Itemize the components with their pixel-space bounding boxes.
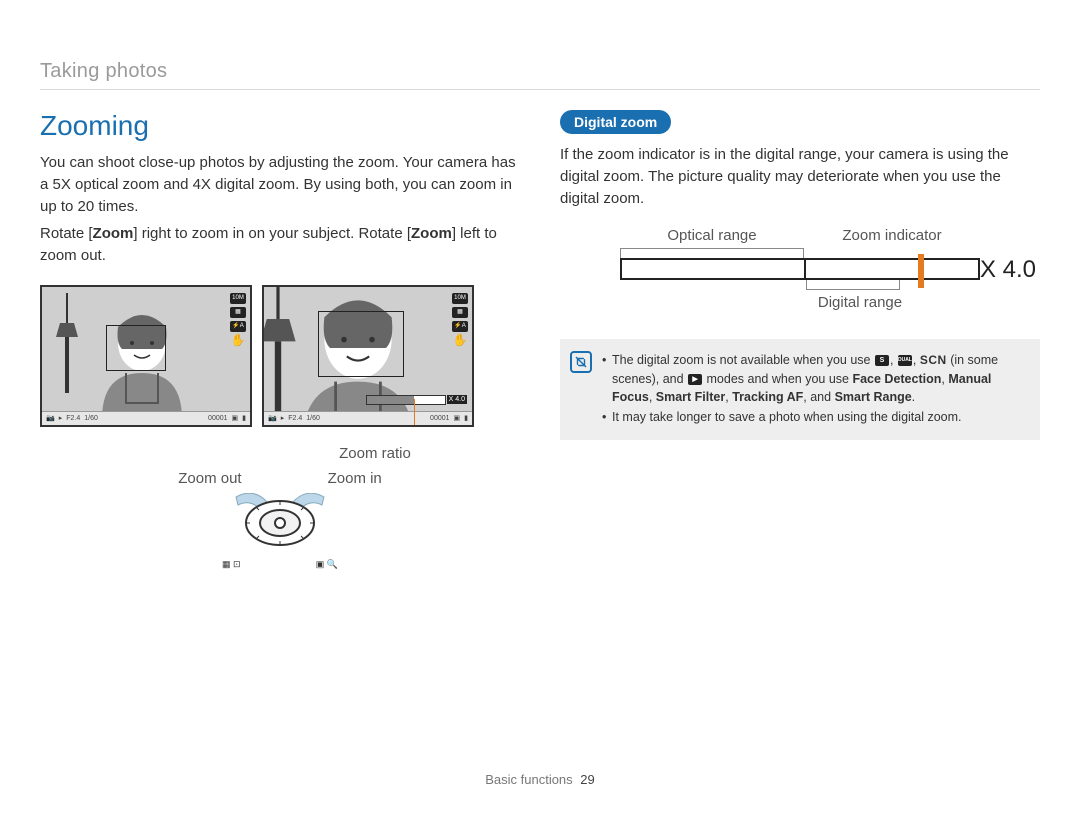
- info-bar: 📷 ▸ F2.4 1/60 00001 ▣ ▮: [42, 411, 250, 425]
- range-bar: X 4.0: [620, 258, 980, 280]
- zoom-value: X 4.0: [980, 256, 1036, 284]
- section-title: Zooming: [40, 110, 520, 142]
- camera-icon: 📷: [46, 414, 55, 422]
- optical-segment: [622, 260, 806, 278]
- mode-movie-icon: ▶: [688, 374, 702, 385]
- zoom-range-diagram: Optical range Zoom indicator X 4.0 Digit…: [620, 227, 980, 311]
- tele-icon: ▣ 🔍: [316, 559, 338, 570]
- breadcrumb: Taking photos: [40, 60, 1040, 90]
- aperture-value: F2.4: [288, 415, 302, 422]
- flash-icon: ⚡A: [452, 321, 468, 332]
- mode-scn-label: SCN: [920, 352, 947, 369]
- zoom-bar-fill: [367, 396, 414, 404]
- zoom-dial-illustration: ▦ ⊡ ▣ 🔍: [220, 493, 340, 570]
- feature: Face Detection: [852, 372, 941, 386]
- zoom-illustration-labels: Zoom ratio Zoom out Zoom in: [40, 445, 520, 570]
- digital-zoom-pill: Digital zoom: [560, 110, 671, 134]
- note-item-2: It may take longer to save a photo when …: [602, 408, 1026, 426]
- mode-dual-icon: DUAL: [898, 355, 912, 366]
- shutter-value: 1/60: [306, 415, 320, 422]
- intro-paragraph: You can shoot close-up photos by adjusti…: [40, 152, 520, 217]
- frame-count: 00001: [430, 415, 449, 422]
- battery-icon: ▮: [464, 414, 468, 422]
- status-icons: 10M ▦ ⚡A ✋: [230, 293, 246, 346]
- instruction-paragraph: Rotate [Zoom] right to zoom in on your s…: [40, 223, 520, 267]
- page-number: 29: [580, 772, 594, 787]
- callout-line: [414, 399, 415, 427]
- page-footer: Basic functions 29: [0, 772, 1080, 787]
- digital-zoom-paragraph: If the zoom indicator is in the digital …: [560, 144, 1040, 209]
- camera-screens: 10M ▦ ⚡A ✋ 📷 ▸ F2.4 1/60 00001 ▣ ▮: [40, 285, 520, 427]
- feature: Smart Filter: [656, 390, 725, 404]
- shutter-value: 1/60: [84, 415, 98, 422]
- note-item-1: The digital zoom is not available when y…: [602, 351, 1026, 406]
- digital-range-label: Digital range: [740, 294, 980, 311]
- text: .: [912, 390, 915, 404]
- battery-icon: ▮: [242, 414, 246, 422]
- focus-box: [106, 325, 166, 371]
- stabilizer-icon: ✋: [230, 335, 246, 346]
- zoom-keyword: Zoom: [411, 225, 452, 242]
- sd-icon: ▣: [454, 414, 461, 422]
- camera-screen-wide: 10M ▦ ⚡A ✋ 📷 ▸ F2.4 1/60 00001 ▣ ▮: [40, 285, 252, 427]
- flash-icon: ⚡A: [230, 321, 246, 332]
- mode-smart-icon: S: [875, 355, 889, 366]
- aperture-value: F2.4: [66, 415, 80, 422]
- zoom-ratio-label: Zoom ratio: [230, 445, 520, 462]
- status-icons: 10M ▦ ⚡A ✋: [452, 293, 468, 346]
- note-box: The digital zoom is not available when y…: [560, 339, 1040, 440]
- text: ] right to zoom in on your subject. Rota…: [133, 225, 411, 242]
- quality-icon: ▦: [452, 307, 468, 318]
- stabilizer-icon: ✋: [452, 335, 468, 346]
- digital-segment: [806, 260, 978, 278]
- footer-section: Basic functions: [485, 772, 572, 787]
- zoom-bar: X 4.0: [366, 395, 446, 405]
- feature: Smart Range: [835, 390, 912, 404]
- sd-icon: ▣: [232, 414, 239, 422]
- focus-box: [318, 311, 404, 377]
- quality-icon: ▦: [230, 307, 246, 318]
- text: ,: [913, 353, 920, 367]
- text: The digital zoom is not available when y…: [612, 353, 874, 367]
- optical-range-label: Optical range: [620, 227, 804, 244]
- bracket-optical: [620, 248, 804, 258]
- text: , and: [803, 390, 834, 404]
- note-list: The digital zoom is not available when y…: [602, 351, 1026, 428]
- resolution-icon: 10M: [230, 293, 246, 304]
- note-icon: [570, 351, 592, 373]
- text: modes and when you use: [703, 372, 852, 386]
- text: ,: [649, 390, 656, 404]
- zoom-out-label: Zoom out: [178, 470, 241, 487]
- bracket-digital: [806, 280, 900, 290]
- wide-icon: ▦ ⊡: [222, 559, 241, 570]
- zoom-bar-label: X 4.0: [447, 395, 467, 404]
- lamp-illustration: [52, 293, 82, 398]
- resolution-icon: 10M: [452, 293, 468, 304]
- text: ,: [890, 353, 897, 367]
- camera-screen-zoomed: 10M ▦ ⚡A ✋ X 4.0 📷 ▸ F2.4 1/60 00001 ▣: [262, 285, 474, 427]
- right-column: Digital zoom If the zoom indicator is in…: [560, 110, 1040, 570]
- left-column: Zooming You can shoot close-up photos by…: [40, 110, 520, 570]
- zoom-in-label: Zoom in: [328, 470, 382, 487]
- zoom-keyword: Zoom: [93, 225, 134, 242]
- frame-count: 00001: [208, 415, 227, 422]
- info-bar: 📷 ▸ F2.4 1/60 00001 ▣ ▮: [264, 411, 472, 425]
- text: Rotate [: [40, 225, 93, 242]
- feature: Tracking AF: [732, 390, 803, 404]
- zoom-indicator-label: Zoom indicator: [804, 227, 980, 244]
- camera-icon: 📷: [268, 414, 277, 422]
